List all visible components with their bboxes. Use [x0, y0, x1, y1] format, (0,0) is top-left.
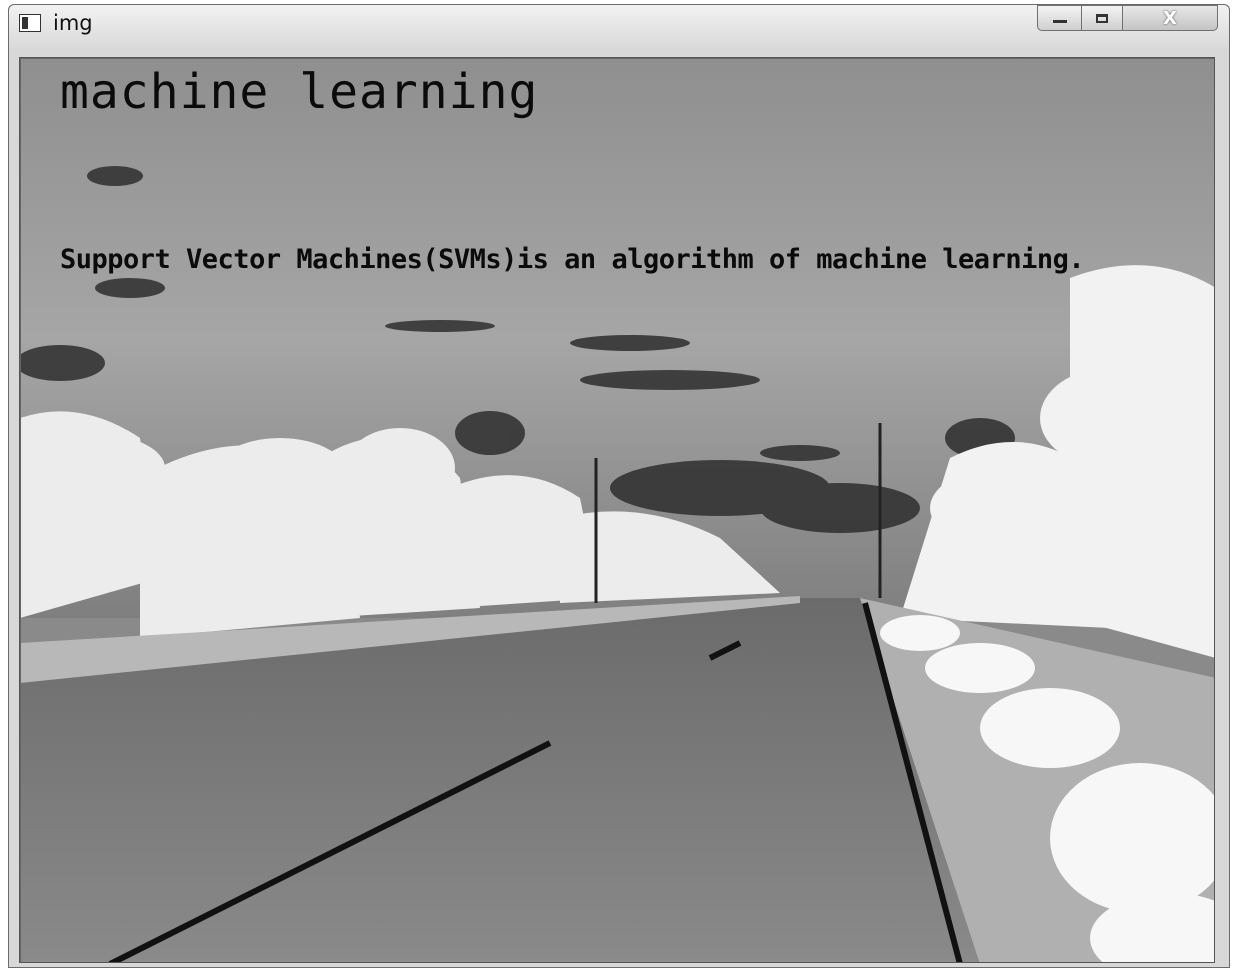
- image-caption: Support Vector Machines(SVMs)is an algor…: [60, 244, 1085, 275]
- app-icon: [19, 14, 41, 32]
- window-title: img: [53, 11, 93, 35]
- image-window: img X machine learning Support Vector Ma…: [8, 4, 1230, 968]
- close-icon: X: [1163, 7, 1177, 29]
- image-heading: machine learning: [60, 64, 539, 120]
- title-bar[interactable]: img X: [9, 5, 1229, 49]
- road-photo: [20, 58, 1214, 962]
- minimize-button[interactable]: [1037, 5, 1082, 31]
- image-canvas: machine learning Support Vector Machines…: [19, 57, 1215, 963]
- maximize-button[interactable]: [1081, 5, 1123, 31]
- close-button[interactable]: X: [1122, 5, 1218, 31]
- maximize-icon: [1096, 13, 1108, 23]
- minimize-icon: [1052, 19, 1067, 23]
